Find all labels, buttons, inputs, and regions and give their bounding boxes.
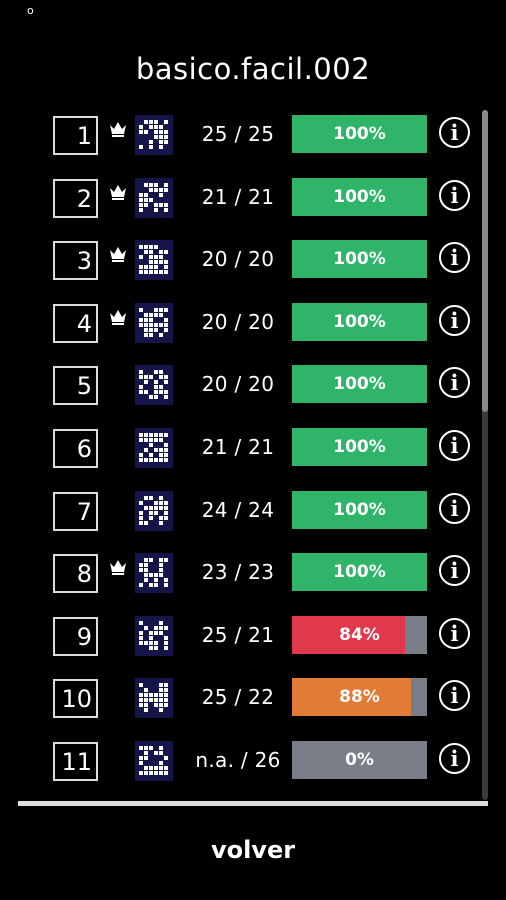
info-icon[interactable]: i bbox=[439, 680, 470, 712]
level-list[interactable]: 1 25 / 25 100% i 2 21 / 21 100% i 3 20 / 20 100% i 4… bbox=[0, 103, 480, 798]
puzzle-thumbnail-icon[interactable] bbox=[135, 678, 173, 719]
level-row[interactable]: 2 21 / 21 100% i bbox=[0, 166, 480, 229]
progress-bar: 100% bbox=[292, 365, 427, 404]
crown-icon bbox=[110, 560, 126, 576]
puzzle-thumbnail-icon[interactable] bbox=[135, 428, 173, 468]
level-number[interactable]: 3 bbox=[53, 241, 98, 281]
score-label: 24 / 24 bbox=[201, 497, 275, 522]
level-number[interactable]: 11 bbox=[53, 742, 98, 781]
progress-bar: 84% bbox=[292, 615, 427, 654]
scrollbar-thumb[interactable] bbox=[482, 110, 488, 412]
info-icon[interactable]: i bbox=[439, 117, 470, 148]
info-icon[interactable]: i bbox=[439, 430, 470, 461]
crown-icon bbox=[110, 184, 126, 200]
level-row[interactable]: 3 20 / 20 100% i bbox=[0, 228, 480, 291]
puzzle-thumbnail-icon[interactable] bbox=[135, 553, 173, 594]
level-row[interactable]: 4 20 / 20 100% i bbox=[0, 291, 480, 354]
progress-percent: 0% bbox=[345, 750, 374, 770]
crown-icon bbox=[110, 247, 126, 263]
level-row[interactable]: 10 25 / 22 88% i bbox=[0, 666, 480, 729]
info-icon[interactable]: i bbox=[439, 242, 470, 274]
progress-percent: 100% bbox=[333, 437, 386, 457]
level-row[interactable]: 11 n.a. / 26 0% i bbox=[0, 729, 480, 792]
score-label: 21 / 21 bbox=[201, 435, 275, 459]
footer-divider bbox=[18, 801, 488, 806]
back-button[interactable]: volver bbox=[0, 836, 506, 864]
puzzle-thumbnail-icon[interactable] bbox=[135, 240, 173, 281]
progress-percent: 100% bbox=[333, 186, 386, 207]
progress-bar: 100% bbox=[292, 428, 427, 466]
score-label: 20 / 20 bbox=[201, 247, 275, 272]
puzzle-thumbnail-icon[interactable] bbox=[135, 615, 173, 656]
puzzle-thumbnail-icon[interactable] bbox=[135, 115, 173, 155]
info-icon[interactable]: i bbox=[439, 492, 470, 524]
crown-icon bbox=[110, 309, 126, 325]
level-number[interactable]: 2 bbox=[53, 178, 98, 218]
progress-percent: 100% bbox=[333, 562, 386, 583]
crown-icon bbox=[110, 122, 126, 137]
progress-percent: 100% bbox=[333, 124, 386, 144]
progress-percent: 100% bbox=[333, 499, 386, 520]
progress-percent: 84% bbox=[339, 624, 380, 645]
score-label: 20 / 20 bbox=[201, 309, 275, 334]
info-icon[interactable]: i bbox=[439, 555, 470, 587]
progress-bar: 100% bbox=[292, 115, 427, 153]
level-number[interactable]: 6 bbox=[53, 429, 98, 468]
progress-bar: 100% bbox=[292, 177, 427, 216]
progress-percent: 100% bbox=[333, 374, 386, 395]
level-number[interactable]: 1 bbox=[53, 116, 98, 155]
level-row[interactable]: 6 21 / 21 100% i bbox=[0, 416, 480, 479]
level-row[interactable]: 5 20 / 20 100% i bbox=[0, 353, 480, 416]
level-row[interactable]: 9 25 / 21 84% i bbox=[0, 604, 480, 667]
info-icon[interactable]: i bbox=[439, 367, 470, 399]
progress-bar: 100% bbox=[292, 490, 427, 529]
score-label: 25 / 22 bbox=[201, 685, 275, 710]
puzzle-thumbnail-icon[interactable] bbox=[135, 365, 173, 406]
score-label: 23 / 23 bbox=[201, 560, 275, 585]
progress-percent: 100% bbox=[333, 311, 386, 332]
info-icon[interactable]: i bbox=[439, 304, 470, 336]
progress-bar: 100% bbox=[292, 553, 427, 592]
puzzle-thumbnail-icon[interactable] bbox=[135, 177, 173, 218]
level-number[interactable]: 4 bbox=[53, 303, 98, 343]
score-label: 25 / 21 bbox=[201, 622, 275, 647]
progress-percent: 100% bbox=[333, 249, 386, 270]
puzzle-thumbnail-icon[interactable] bbox=[135, 302, 173, 343]
level-row[interactable]: 8 23 / 23 100% i bbox=[0, 541, 480, 604]
score-label: 25 / 25 bbox=[201, 122, 275, 146]
level-number[interactable]: 5 bbox=[53, 366, 98, 406]
level-row[interactable]: 1 25 / 25 100% i bbox=[0, 103, 480, 166]
level-row[interactable]: 7 24 / 24 100% i bbox=[0, 479, 480, 542]
progress-percent: 88% bbox=[339, 687, 380, 708]
progress-bar: 88% bbox=[292, 678, 427, 717]
progress-bar: 0% bbox=[292, 741, 427, 779]
level-number[interactable]: 7 bbox=[53, 491, 98, 531]
puzzle-thumbnail-icon[interactable] bbox=[135, 741, 173, 781]
score-label: 21 / 21 bbox=[201, 184, 275, 209]
level-number[interactable]: 9 bbox=[53, 616, 98, 656]
score-label: 20 / 20 bbox=[201, 372, 275, 397]
level-number[interactable]: 8 bbox=[53, 554, 98, 594]
scrollbar[interactable] bbox=[482, 110, 488, 800]
progress-bar: 100% bbox=[292, 240, 427, 279]
progress-bar: 100% bbox=[292, 302, 427, 341]
page-title: basico.facil.002 bbox=[135, 52, 371, 86]
level-number[interactable]: 10 bbox=[53, 679, 98, 719]
status-indicator: o bbox=[27, 4, 34, 17]
info-icon[interactable]: i bbox=[439, 743, 470, 774]
score-label: n.a. / 26 bbox=[195, 748, 281, 772]
puzzle-thumbnail-icon[interactable] bbox=[135, 490, 173, 531]
info-icon[interactable]: i bbox=[439, 617, 470, 649]
info-icon[interactable]: i bbox=[439, 179, 470, 211]
